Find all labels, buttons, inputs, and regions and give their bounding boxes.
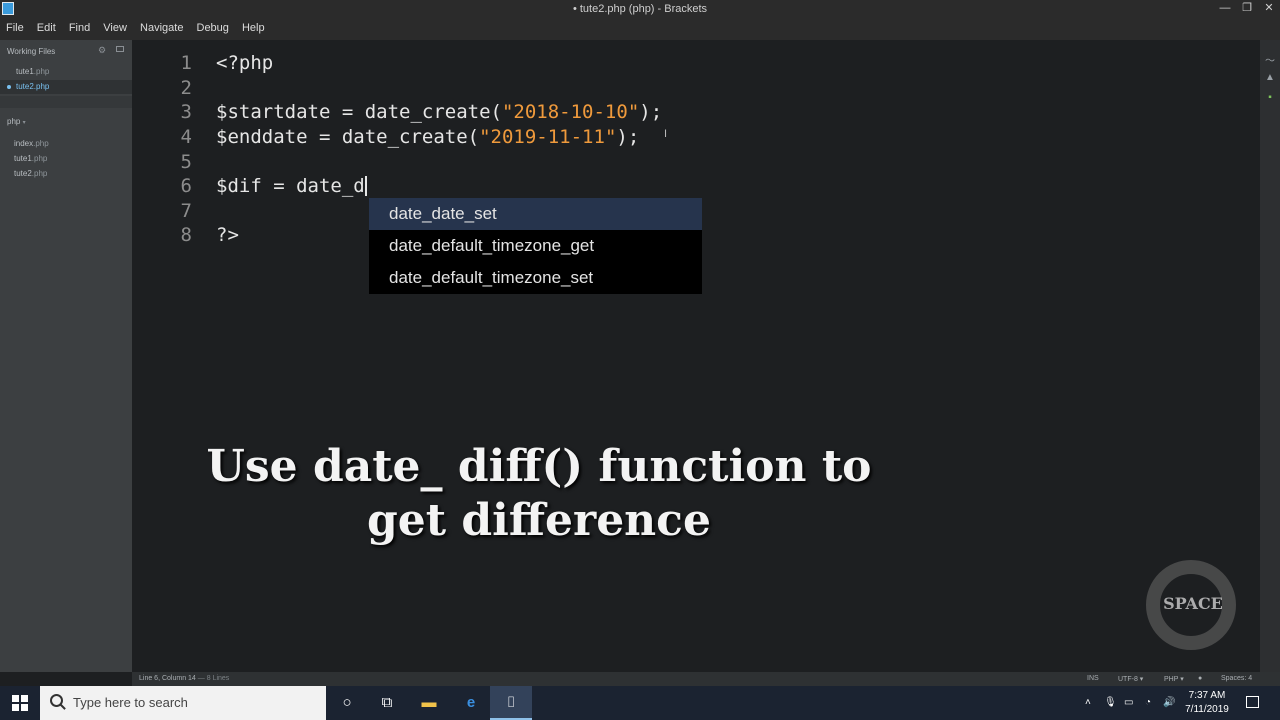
- extension-icon[interactable]: ▪: [1264, 92, 1276, 103]
- status-bar: Line 6, Column 14 — 8 Lines INS UTF-8 ▾ …: [132, 672, 1280, 686]
- brackets-taskbar-icon[interactable]: ⌷: [490, 686, 532, 720]
- gear-icon[interactable]: ⚙: [98, 45, 106, 56]
- line-number: 7: [180, 200, 192, 222]
- line-count: 8 Lines: [206, 675, 230, 682]
- sidebar-divider: [0, 96, 132, 108]
- encoding-select[interactable]: UTF-8 ▾: [1118, 675, 1143, 683]
- right-toolbar: 〜 ▲ ▪: [1260, 40, 1280, 672]
- modified-dot-icon: [7, 85, 11, 89]
- code-editor[interactable]: 1 2 3 4 5 6 7 8 <?php $startdate = date_…: [132, 40, 1260, 672]
- chevron-down-icon: ▾: [22, 120, 26, 126]
- line-number: 1: [180, 52, 192, 74]
- working-file-tute1[interactable]: tute1.php: [0, 65, 132, 79]
- close-icon[interactable]: ✕: [1258, 0, 1280, 18]
- menu-view[interactable]: View: [103, 20, 127, 36]
- wifi-icon[interactable]: ◔: [1145, 697, 1151, 708]
- line-number: 5: [180, 151, 192, 173]
- search-placeholder: Type here to search: [73, 695, 188, 710]
- sidebar: Working Files ⚙ tute1.php tute2.php php …: [0, 40, 132, 672]
- menu-navigate[interactable]: Navigate: [140, 20, 183, 36]
- clock-time: 7:37 AM: [1188, 690, 1226, 701]
- chevron-up-icon[interactable]: ˄: [1085, 697, 1091, 708]
- microphone-icon[interactable]: 🎙: [1104, 697, 1117, 708]
- taskbar: Type here to search ○ ⧉ ▬ e ⌷ ˄ 🎙 ▭ ◔ 🔊 …: [0, 686, 1280, 720]
- code-line-4: $enddate = date_create("2019-11-11");: [216, 126, 640, 148]
- code-hint-list: date_date_set date_default_timezone_get …: [369, 198, 702, 294]
- clock-date: 7/11/2019: [1185, 704, 1229, 715]
- text-cursor: [364, 176, 367, 196]
- working-file-tute2[interactable]: tute2.php: [0, 80, 132, 94]
- notifications-icon[interactable]: [1246, 696, 1259, 708]
- menu-bar: File Edit Find View Navigate Debug Help: [0, 18, 1280, 40]
- tree-file-tute2[interactable]: tute2.php: [14, 169, 47, 178]
- indent-setting[interactable]: Spaces: 4: [1221, 675, 1252, 682]
- code-line-6: $dif = date_d: [216, 175, 367, 197]
- line-number: 4: [180, 126, 192, 148]
- system-clock[interactable]: 7:37 AM 7/11/2019: [1182, 689, 1232, 717]
- working-files-header: Working Files: [7, 47, 56, 56]
- extension-manager-icon[interactable]: ▲: [1264, 72, 1276, 83]
- task-view-icon[interactable]: ⧉: [366, 686, 408, 720]
- code-line-3: $startdate = date_create("2018-10-10");: [216, 101, 663, 123]
- maximize-icon[interactable]: ❐: [1236, 0, 1258, 18]
- language-select[interactable]: PHP ▾: [1164, 675, 1184, 683]
- code-line-1: <?php: [216, 52, 274, 74]
- line-number: 2: [180, 77, 192, 99]
- linter-status-icon[interactable]: ●: [1198, 675, 1202, 682]
- line-number: 6: [180, 175, 192, 197]
- battery-icon[interactable]: ▭: [1124, 697, 1133, 708]
- hint-item[interactable]: date_default_timezone_get: [369, 230, 702, 262]
- line-number: 8: [180, 224, 192, 246]
- space-logo-text: SPACE: [1163, 594, 1223, 613]
- cursor-position[interactable]: Line 6, Column 14: [139, 675, 196, 682]
- split-view-icon[interactable]: [116, 46, 124, 52]
- menu-file[interactable]: File: [6, 20, 24, 36]
- window-title: • tute2.php (php) - Brackets: [572, 3, 708, 15]
- code-line-8: ?>: [216, 224, 239, 246]
- menu-help[interactable]: Help: [242, 20, 265, 36]
- tree-file-tute1[interactable]: tute1.php: [14, 154, 47, 163]
- menu-find[interactable]: Find: [69, 20, 90, 36]
- file-explorer-icon[interactable]: ▬: [408, 686, 450, 720]
- volume-icon[interactable]: 🔊: [1163, 697, 1175, 708]
- insert-mode-toggle[interactable]: INS: [1087, 675, 1099, 682]
- hint-item[interactable]: date_date_set: [369, 198, 702, 230]
- line-number: 3: [180, 101, 192, 123]
- edge-browser-icon[interactable]: e: [450, 686, 492, 720]
- project-dropdown[interactable]: php ▾: [7, 117, 26, 126]
- windows-start-icon[interactable]: [12, 695, 28, 711]
- search-icon: [50, 694, 63, 707]
- minimize-icon[interactable]: —: [1214, 0, 1236, 18]
- live-preview-icon[interactable]: 〜: [1264, 52, 1276, 67]
- hint-item[interactable]: date_default_timezone_set: [369, 262, 702, 294]
- ibeam-cursor-icon: I: [664, 128, 668, 140]
- menu-edit[interactable]: Edit: [37, 20, 56, 36]
- cortana-icon[interactable]: ○: [326, 686, 368, 720]
- video-caption: Use date_ diff() function to get differe…: [206, 441, 872, 546]
- title-bar: • tute2.php (php) - Brackets — ❐ ✕: [0, 0, 1280, 18]
- tree-file-index[interactable]: index.php: [14, 139, 49, 148]
- taskbar-search-box[interactable]: Type here to search: [40, 686, 326, 720]
- menu-debug[interactable]: Debug: [197, 20, 229, 36]
